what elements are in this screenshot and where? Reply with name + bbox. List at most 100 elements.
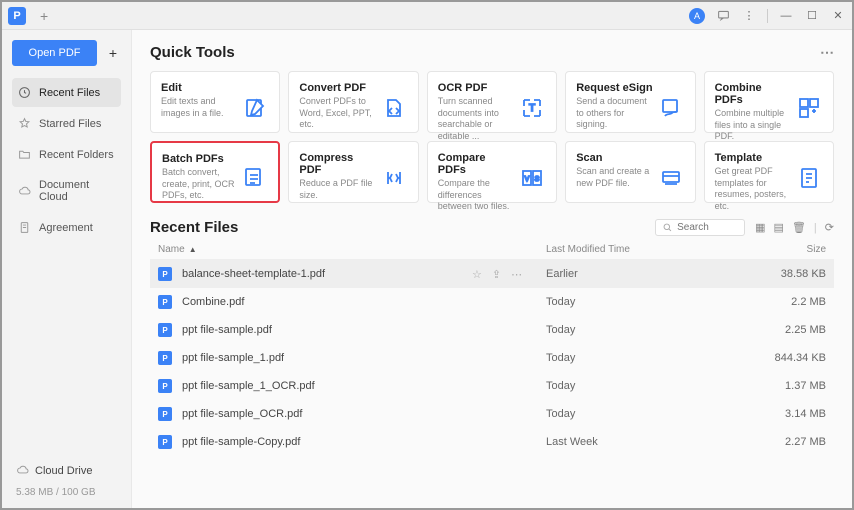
sidebar-item-recent-folders[interactable]: Recent Folders xyxy=(12,140,121,169)
card-title: Combine PDFs xyxy=(715,82,791,106)
card-desc: Reduce a PDF file size. xyxy=(299,178,375,201)
card-title: Edit xyxy=(161,82,237,94)
file-size-label: 2.25 MB xyxy=(766,324,826,336)
card-batch-pdfs[interactable]: Batch PDFsBatch convert, create, print, … xyxy=(150,141,280,203)
card-desc: Compare the differences between two file… xyxy=(438,178,514,213)
card-title: Compress PDF xyxy=(299,152,375,176)
card-ocr-pdf[interactable]: OCR PDFTurn scanned documents into searc… xyxy=(427,71,557,133)
col-modified[interactable]: Last Modified Time xyxy=(546,244,766,255)
sidebar-item-label: Recent Folders xyxy=(39,149,114,161)
cloud-icon xyxy=(18,185,31,198)
file-modified-label: Last Week xyxy=(546,436,766,448)
search-box[interactable] xyxy=(655,219,745,236)
share-action-icon[interactable]: ⇪ xyxy=(492,268,501,281)
grid-view-icon[interactable]: ▦ xyxy=(755,221,765,234)
file-modified-label: Today xyxy=(546,324,766,336)
close-icon[interactable]: ✕ xyxy=(830,8,846,24)
file-row[interactable]: Pppt file-sample_OCR.pdf Today3.14 MB xyxy=(150,400,834,428)
file-name-label: ppt file-sample-Copy.pdf xyxy=(182,436,472,448)
file-name-label: ppt file-sample_1_OCR.pdf xyxy=(182,380,472,392)
file-modified-label: Today xyxy=(546,380,766,392)
compare-pdfs-icon: VS xyxy=(520,166,546,192)
card-desc: Combine multiple files into a single PDF… xyxy=(715,108,791,143)
card-convert-pdf[interactable]: Convert PDF Convert PDFs to Word, Excel, … xyxy=(288,71,418,133)
new-tab-button[interactable]: + xyxy=(36,8,52,24)
pdf-file-icon: P xyxy=(158,407,172,421)
file-name-label: balance-sheet-template-1.pdf xyxy=(182,268,472,280)
sidebar-item-label: Recent Files xyxy=(39,87,100,99)
col-name[interactable]: Name ▲ xyxy=(158,244,546,255)
file-row[interactable]: Pppt file-sample.pdf Today2.25 MB xyxy=(150,316,834,344)
list-view-icon[interactable]: ▤ xyxy=(774,221,784,234)
request-esign-icon xyxy=(659,96,685,122)
card-compare-pdfs[interactable]: Compare PDFsCompare the differences betw… xyxy=(427,141,557,203)
sidebar-item-document-cloud[interactable]: Document Cloud xyxy=(12,171,121,211)
chat-icon[interactable] xyxy=(715,8,731,24)
search-icon xyxy=(662,222,673,233)
file-row[interactable]: Pppt file-sample-Copy.pdfLast Week2.27 M… xyxy=(150,428,834,456)
file-row[interactable]: Pbalance-sheet-template-1.pdf☆⇪⋯Earlier3… xyxy=(150,260,834,288)
card-title: Compare PDFs xyxy=(438,152,514,176)
add-button[interactable]: + xyxy=(105,45,121,61)
file-modified-label: Today xyxy=(546,352,766,364)
delete-icon[interactable]: 🗑 xyxy=(792,221,806,234)
sidebar-item-starred-files[interactable]: Starred Files xyxy=(12,109,121,138)
card-desc: Send a document to others for signing. xyxy=(576,96,652,131)
sidebar-item-recent-files[interactable]: Recent Files xyxy=(12,78,121,107)
star-icon xyxy=(18,117,31,130)
card-title: Template xyxy=(715,152,791,164)
card-combine-pdfs[interactable]: Combine PDFsCombine multiple files into … xyxy=(704,71,834,133)
quick-tools-more-icon[interactable]: ⋯ xyxy=(820,44,834,61)
pdf-file-icon: P xyxy=(158,351,172,365)
card-request-esign[interactable]: Request eSignSend a document to others f… xyxy=(565,71,695,133)
card-desc: Batch convert, create, print, OCR PDFs, … xyxy=(162,167,236,202)
file-row[interactable]: Pppt file-sample_1_OCR.pdfToday1.37 MB xyxy=(150,372,834,400)
file-size-label: 3.14 MB xyxy=(766,408,826,420)
pdf-file-icon: P xyxy=(158,267,172,281)
card-desc: Convert PDFs to Word, Excel, PPT, etc. xyxy=(299,96,375,131)
star-action-icon[interactable]: ☆ xyxy=(472,268,482,281)
file-name-label: ppt file-sample.pdf xyxy=(182,324,472,336)
search-input[interactable] xyxy=(677,222,737,233)
scan-icon xyxy=(659,166,685,192)
card-title: Scan xyxy=(576,152,652,164)
sidebar-item-agreement[interactable]: Agreement xyxy=(12,213,121,242)
maximize-icon[interactable]: ☐ xyxy=(804,8,820,24)
file-name-label: ppt file-sample_1.pdf xyxy=(182,352,472,364)
refresh-icon[interactable]: ⟳ xyxy=(825,221,834,234)
card-desc: Turn scanned documents into searchable o… xyxy=(438,96,514,143)
edit-icon xyxy=(243,96,269,122)
card-title: Convert PDF xyxy=(299,82,375,94)
open-pdf-button[interactable]: Open PDF xyxy=(12,40,97,66)
minimize-icon[interactable]: — xyxy=(778,8,794,24)
file-name-label: Combine.pdf xyxy=(182,296,472,308)
batch-pdfs-icon xyxy=(242,165,268,191)
file-modified-label: Today xyxy=(546,296,766,308)
file-row[interactable]: Pppt file-sample_1.pdfToday844.34 KB xyxy=(150,344,834,372)
sort-asc-icon: ▲ xyxy=(189,245,197,254)
file-modified-label: Today xyxy=(546,408,766,420)
convert-pdf-icon xyxy=(382,96,408,122)
card-desc: Scan and create a new PDF file. xyxy=(576,166,652,189)
cloud-drive-label[interactable]: Cloud Drive xyxy=(12,458,121,483)
file-row[interactable]: PCombine.pdfToday2.2 MB xyxy=(150,288,834,316)
sidebar-item-label: Agreement xyxy=(39,222,93,234)
combine-pdfs-icon xyxy=(797,96,823,122)
compress-pdf-icon xyxy=(382,166,408,192)
col-size[interactable]: Size xyxy=(766,244,826,255)
user-avatar-icon[interactable]: A xyxy=(689,8,705,24)
svg-text:S: S xyxy=(535,176,540,183)
file-size-label: 38.58 KB xyxy=(766,268,826,280)
file-size-label: 1.37 MB xyxy=(766,380,826,392)
more-action-icon[interactable]: ⋯ xyxy=(511,268,522,281)
sidebar-item-label: Document Cloud xyxy=(39,179,115,203)
sidebar-item-label: Starred Files xyxy=(39,118,101,130)
card-template[interactable]: TemplateGet great PDF templates for resu… xyxy=(704,141,834,203)
pdf-file-icon: P xyxy=(158,323,172,337)
app-logo-icon: P xyxy=(8,7,26,25)
card-compress-pdf[interactable]: Compress PDFReduce a PDF file size. xyxy=(288,141,418,203)
file-name-label: ppt file-sample_OCR.pdf xyxy=(182,408,472,420)
card-scan[interactable]: Scan Scan and create a new PDF file. xyxy=(565,141,695,203)
kebab-menu-icon[interactable]: ⋮ xyxy=(741,8,757,24)
card-edit[interactable]: EditEdit texts and images in a file. xyxy=(150,71,280,133)
